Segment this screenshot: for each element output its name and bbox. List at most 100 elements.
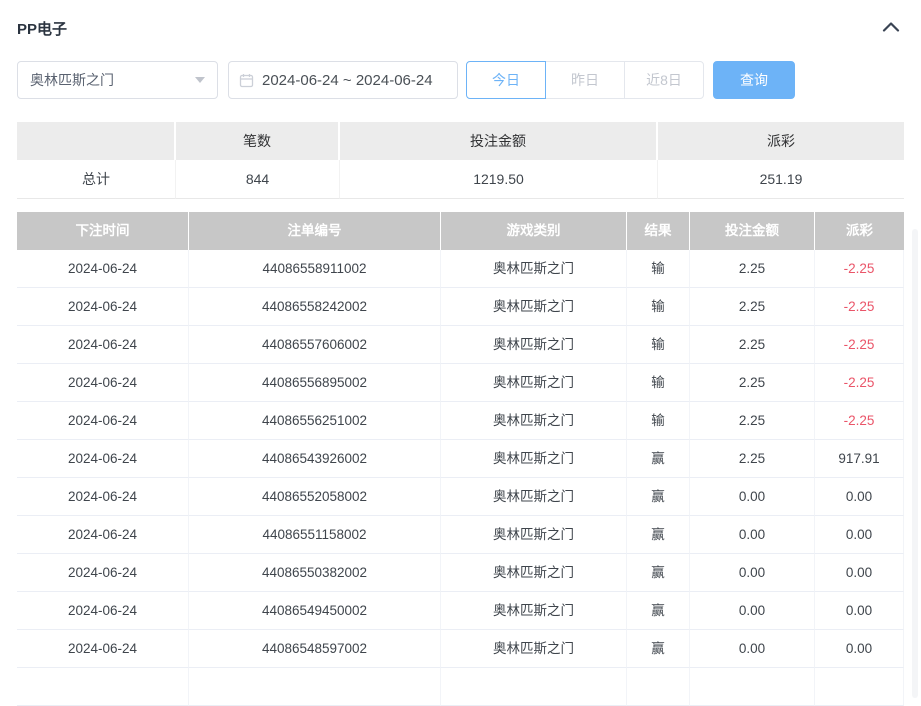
cell-order-id: 44086558242002 [189,288,441,326]
cell-payout: -2.25 [815,288,904,326]
column-header-bet-amount: 投注金额 [690,212,815,250]
cell-result: 赢 [627,478,690,516]
cell-game-type [441,668,627,706]
cell-game-type: 奥林匹斯之门 [441,516,627,554]
cell-payout: 0.00 [815,478,904,516]
table-row: 2024-06-2444086550382002奥林匹斯之门赢0.000.00 [17,554,904,592]
cell-bet-amount: 2.25 [690,402,815,440]
query-button[interactable]: 查询 [713,61,795,99]
cell-game-type: 奥林匹斯之门 [441,554,627,592]
date-range-input[interactable]: 2024-06-24 ~ 2024-06-24 [228,61,458,99]
summary-bet-amount-value: 1219.50 [340,160,658,199]
game-select-value: 奥林匹斯之门 [30,70,114,90]
cell-result: 赢 [627,630,690,668]
column-header-bet-time: 下注时间 [17,212,189,250]
cell-order-id: 44086558911002 [189,250,441,288]
cell-game-type: 奥林匹斯之门 [441,440,627,478]
cell-order-id: 44086551158002 [189,516,441,554]
yesterday-button[interactable]: 昨日 [545,61,625,99]
cell-result: 赢 [627,440,690,478]
table-row [17,668,904,706]
cell-bet-amount: 2.25 [690,440,815,478]
last-8-days-button[interactable]: 近8日 [624,61,704,99]
summary-header-bet-amount: 投注金额 [340,122,658,160]
cell-bet-amount: 2.25 [690,364,815,402]
cell-bet-amount: 0.00 [690,630,815,668]
date-range-value: 2024-06-24 ~ 2024-06-24 [262,72,433,89]
cell-bet-time: 2024-06-24 [17,288,189,326]
cell-result: 赢 [627,554,690,592]
table-row: 2024-06-2444086557606002奥林匹斯之门输2.25-2.25 [17,326,904,364]
cell-order-id: 44086556251002 [189,402,441,440]
summary-total-row: 总计 844 1219.50 251.19 [17,160,904,199]
cell-payout: 0.00 [815,592,904,630]
table-row: 2024-06-2444086549450002奥林匹斯之门赢0.000.00 [17,592,904,630]
cell-result: 输 [627,364,690,402]
summary-table-header: 笔数 投注金额 派彩 [17,122,904,160]
table-row: 2024-06-2444086556251002奥林匹斯之门输2.25-2.25 [17,402,904,440]
cell-game-type: 奥林匹斯之门 [441,402,627,440]
table-row: 2024-06-2444086543926002奥林匹斯之门赢2.25917.9… [17,440,904,478]
cell-bet-time: 2024-06-24 [17,402,189,440]
chevron-up-icon [882,21,900,36]
summary-total-label: 总计 [17,160,176,199]
cell-game-type: 奥林匹斯之门 [441,478,627,516]
chevron-down-icon [195,77,205,83]
cell-bet-amount: 2.25 [690,326,815,364]
cell-bet-amount: 0.00 [690,516,815,554]
table-row: 2024-06-2444086556895002奥林匹斯之门输2.25-2.25 [17,364,904,402]
cell-payout: 917.91 [815,440,904,478]
cell-bet-amount: 2.25 [690,288,815,326]
game-select[interactable]: 奥林匹斯之门 [17,61,218,99]
column-header-payout: 派彩 [815,212,904,250]
cell-order-id: 44086557606002 [189,326,441,364]
cell-bet-amount: 0.00 [690,554,815,592]
quick-range-button-group: 今日 昨日 近8日 [466,61,704,99]
table-header-row: 下注时间 注单编号 游戏类别 结果 投注金额 派彩 [17,212,904,250]
cell-result [627,668,690,706]
cell-payout [815,668,904,706]
cell-bet-time: 2024-06-24 [17,250,189,288]
cell-bet-time: 2024-06-24 [17,364,189,402]
cell-bet-time: 2024-06-24 [17,592,189,630]
summary-count-value: 844 [176,160,340,199]
cell-bet-amount: 2.25 [690,250,815,288]
table-row: 2024-06-2444086558242002奥林匹斯之门输2.25-2.25 [17,288,904,326]
column-header-game-type: 游戏类别 [441,212,627,250]
cell-payout: 0.00 [815,554,904,592]
cell-payout: 0.00 [815,630,904,668]
cell-payout: -2.25 [815,364,904,402]
cell-order-id: 44086550382002 [189,554,441,592]
summary-header-blank [17,122,176,160]
today-button[interactable]: 今日 [466,61,546,99]
cell-result: 赢 [627,592,690,630]
summary-payout-value: 251.19 [658,160,904,199]
cell-bet-time: 2024-06-24 [17,554,189,592]
cell-game-type: 奥林匹斯之门 [441,364,627,402]
cell-bet-time: 2024-06-24 [17,326,189,364]
cell-result: 输 [627,250,690,288]
cell-payout: 0.00 [815,516,904,554]
table-row: 2024-06-2444086548597002奥林匹斯之门赢0.000.00 [17,630,904,668]
cell-bet-amount: 0.00 [690,592,815,630]
cell-result: 输 [627,288,690,326]
cell-bet-time: 2024-06-24 [17,630,189,668]
cell-order-id: 44086549450002 [189,592,441,630]
page-title: PP电子 [17,18,67,39]
table-scrollbar[interactable] [912,229,918,698]
cell-game-type: 奥林匹斯之门 [441,250,627,288]
cell-game-type: 奥林匹斯之门 [441,630,627,668]
cell-order-id: 44086543926002 [189,440,441,478]
summary-header-payout: 派彩 [658,122,904,160]
cell-result: 赢 [627,516,690,554]
table-row: 2024-06-2444086551158002奥林匹斯之门赢0.000.00 [17,516,904,554]
collapse-panel-button[interactable] [882,21,900,36]
cell-game-type: 奥林匹斯之门 [441,592,627,630]
cell-payout: -2.25 [815,402,904,440]
cell-order-id: 44086556895002 [189,364,441,402]
cell-order-id: 44086552058002 [189,478,441,516]
cell-payout: -2.25 [815,250,904,288]
panel-header: PP电子 [17,18,904,38]
cell-order-id [189,668,441,706]
column-header-order-id: 注单编号 [189,212,441,250]
